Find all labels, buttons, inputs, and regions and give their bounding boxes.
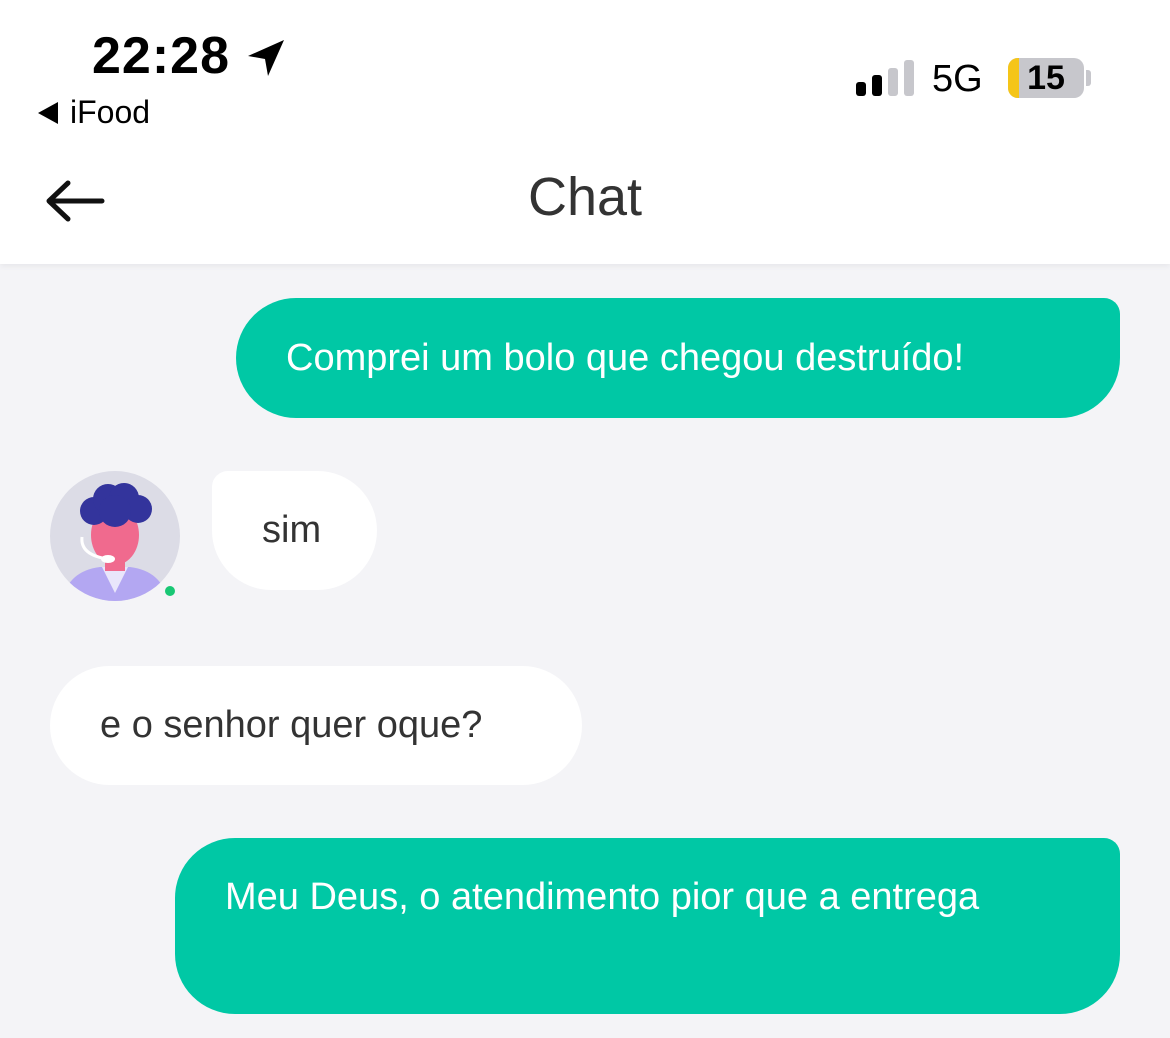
back-app-label: iFood: [70, 94, 151, 130]
signal-icon: [856, 60, 914, 96]
battery-icon: 15: [1008, 58, 1084, 98]
agent-avatar: [50, 471, 180, 601]
message-agent-2: e o senhor quer oque?: [50, 666, 582, 785]
message-user-1: Comprei um bolo que chegou destruído!: [236, 298, 1120, 418]
page-title: Chat: [527, 167, 643, 227]
online-status-dot: [162, 583, 178, 599]
status-time: 22:28: [92, 27, 230, 85]
location-arrow-icon: [248, 40, 284, 76]
battery-cap: [1086, 70, 1091, 86]
network-type: 5G: [932, 58, 983, 100]
message-agent-1: sim: [212, 471, 377, 590]
back-triangle-icon: [38, 101, 58, 124]
back-to-app-button[interactable]: iFood: [38, 94, 150, 131]
battery-percent: 15: [1027, 59, 1065, 97]
message-user-2: Meu Deus, o atendimento pior que a entre…: [175, 838, 1120, 1014]
top-bar: 22:28 iFood 5G 15 Chat: [0, 0, 1170, 264]
